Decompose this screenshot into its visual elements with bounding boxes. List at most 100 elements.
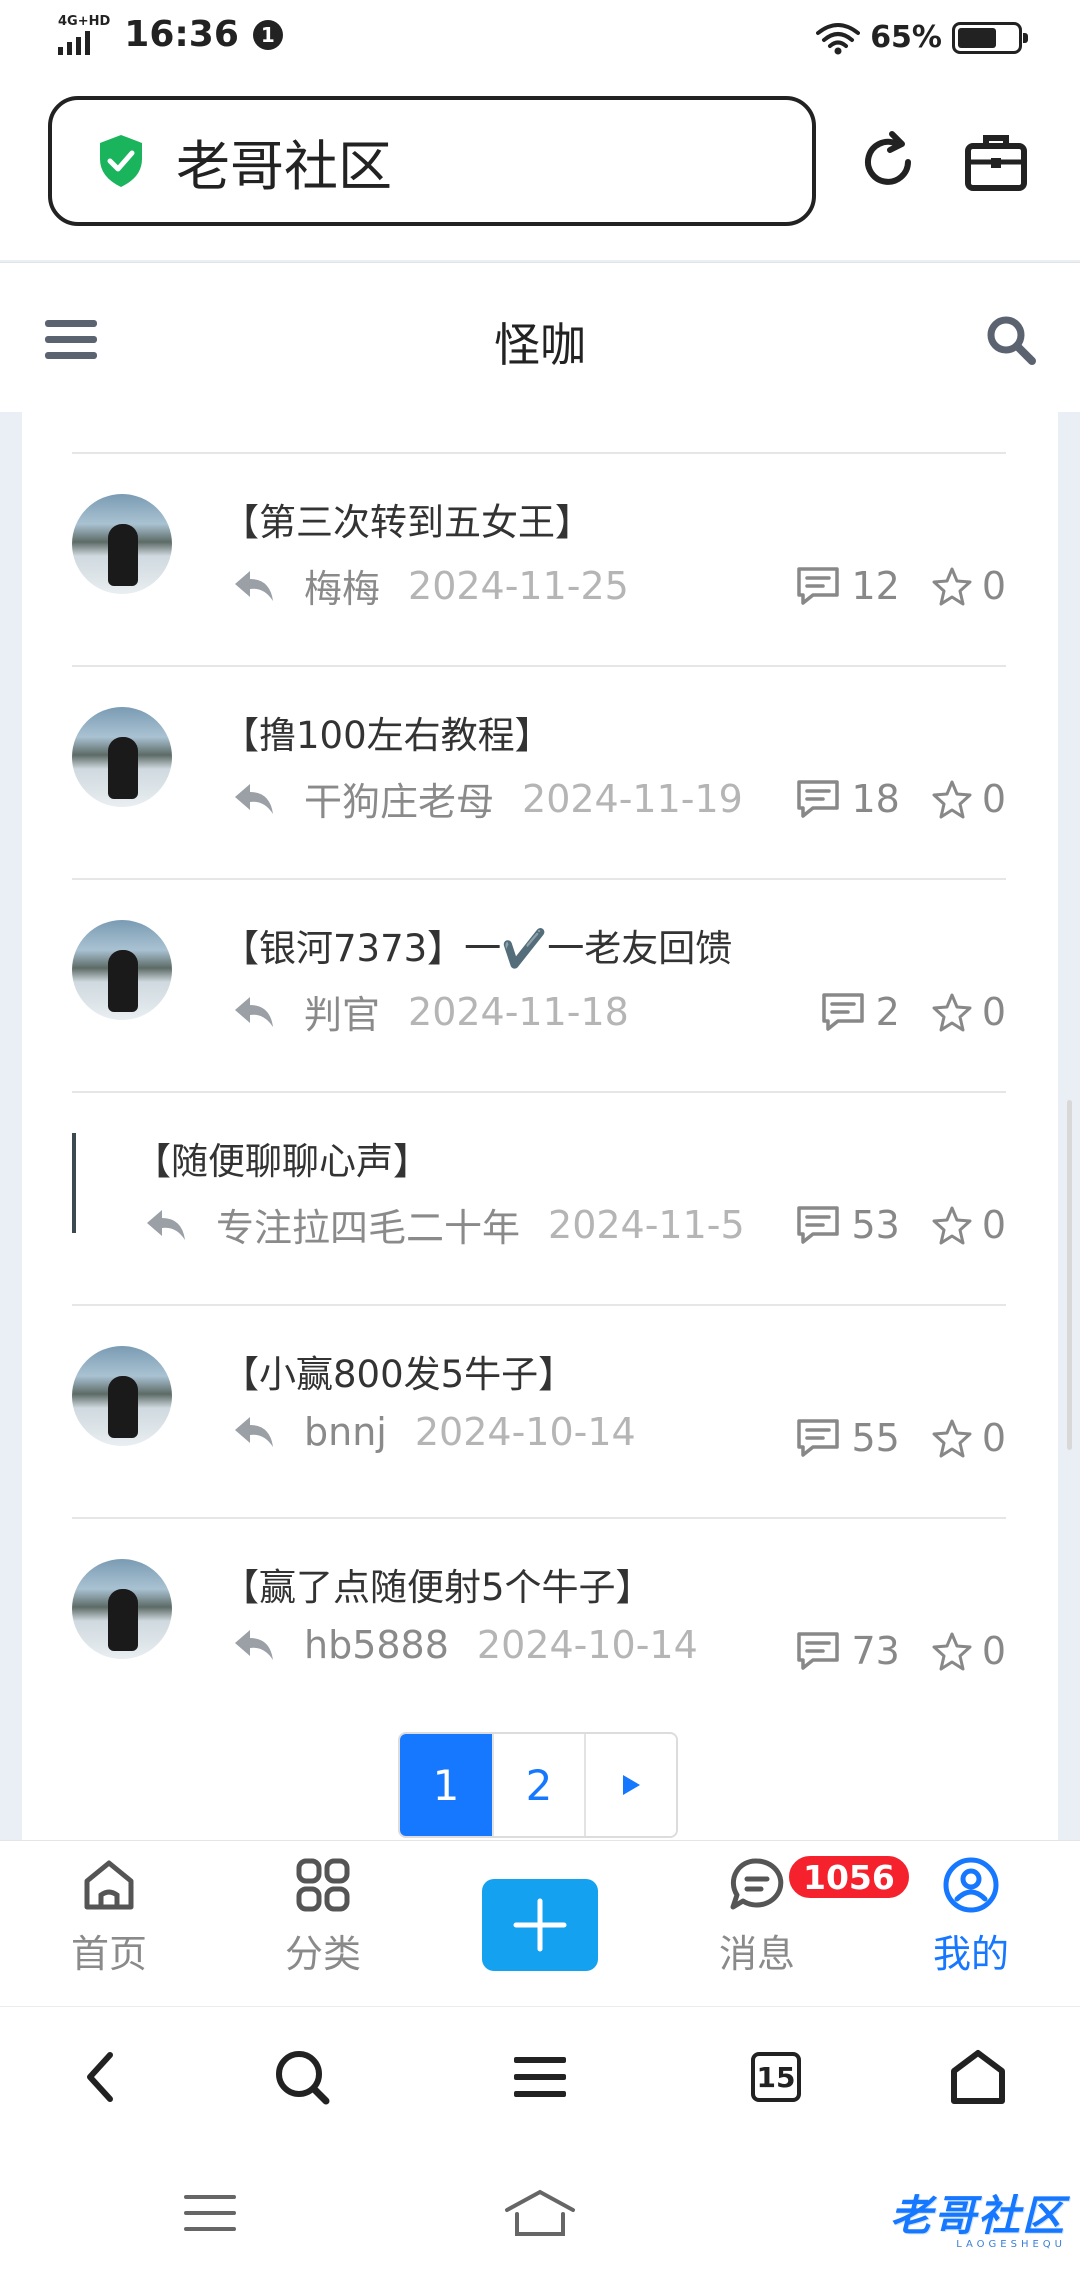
post-author[interactable]: 梅梅	[304, 558, 380, 613]
comment-count: 55	[795, 1416, 900, 1460]
page-1-button[interactable]: 1	[400, 1734, 492, 1836]
plus-icon	[513, 1898, 567, 1952]
tab-home[interactable]: 首页	[34, 1855, 184, 1978]
reply-icon	[235, 783, 273, 814]
star-icon	[932, 567, 972, 606]
tab-mine[interactable]: 我的	[896, 1855, 1046, 1978]
browser-search-button[interactable]	[262, 2037, 342, 2117]
comment-icon	[797, 567, 840, 605]
toolbox-icon	[965, 135, 1027, 191]
home-icon	[951, 2050, 1005, 2104]
star-icon	[932, 1206, 972, 1245]
post-title[interactable]: 【随便聊聊心声】	[134, 1131, 430, 1185]
back-button[interactable]	[60, 2037, 140, 2117]
reply-icon	[235, 1630, 273, 1660]
post-meta: 专注拉四毛二十年 2024-11-5	[144, 1197, 745, 1252]
comment-icon	[797, 1419, 840, 1457]
search-button[interactable]	[976, 305, 1046, 375]
post-stats: 2 0	[820, 990, 1006, 1034]
star-count[interactable]: 0	[932, 1629, 1006, 1673]
avatar[interactable]	[72, 1133, 76, 1233]
browser-home-button[interactable]	[938, 2037, 1018, 2117]
post-list-item[interactable]: 【小赢800发5牛子】 bnnj 2024-10-14 55 0	[72, 1304, 1006, 1517]
new-post-button[interactable]	[482, 1879, 598, 1971]
shield-check-icon	[100, 135, 142, 187]
star-count[interactable]: 0	[932, 564, 1006, 608]
post-author[interactable]: bnnj	[304, 1410, 387, 1454]
post-meta: 梅梅 2024-11-25	[232, 558, 629, 613]
browser-menu-button[interactable]	[500, 2037, 580, 2117]
recent-apps-button[interactable]	[170, 2178, 250, 2248]
post-list-item[interactable]: 【银河7373】一✔️一老友回馈 判官 2024-11-18 2 0	[72, 878, 1006, 1091]
battery-fill	[958, 27, 996, 48]
tab-home-label: 首页	[70, 1932, 147, 1976]
signal-indicator: 4G+HD	[58, 13, 111, 55]
avatar[interactable]	[72, 707, 172, 807]
chevron-left-icon	[87, 2052, 113, 2102]
bottom-tab-bar: 首页 分类 消息 1056 我的	[0, 1840, 1080, 2006]
tab-mine-label: 我的	[932, 1932, 1009, 1976]
star-icon	[932, 780, 972, 819]
post-date: 2024-10-14	[414, 1410, 636, 1454]
system-nav-bar: 老哥社区 LAOGESHEQU	[0, 2148, 1080, 2280]
scrollbar[interactable]	[1067, 1100, 1072, 1450]
tab-messages-label: 消息	[718, 1932, 795, 1976]
tabs-count: 15	[751, 2052, 801, 2102]
status-right: 65%	[816, 20, 1028, 55]
star-count-value: 0	[981, 777, 1006, 821]
avatar[interactable]	[72, 1559, 172, 1659]
post-list-item[interactable]: 【随便聊聊心声】 专注拉四毛二十年 2024-11-5 53 0	[72, 1091, 1006, 1304]
notification-count: 1	[252, 19, 283, 50]
post-title[interactable]: 【小赢800发5牛子】	[222, 1344, 575, 1398]
refresh-button[interactable]	[848, 122, 928, 202]
watermark-text: 老哥社区	[889, 2191, 1066, 2240]
system-home-button[interactable]	[500, 2178, 580, 2248]
post-title[interactable]: 【第三次转到五女王】	[222, 492, 592, 546]
star-count[interactable]: 0	[932, 990, 1006, 1034]
next-page-button[interactable]	[584, 1734, 676, 1836]
post-author[interactable]: hb5888	[304, 1623, 449, 1667]
pagination: 1 2	[398, 1732, 678, 1838]
network-type: 4G+HD	[58, 13, 111, 29]
post-title[interactable]: 【银河7373】一✔️一老友回馈	[222, 918, 732, 972]
post-author[interactable]: 专注拉四毛二十年	[216, 1197, 520, 1252]
post-title[interactable]: 【赢了点随便射5个牛子】	[222, 1557, 653, 1611]
post-stats: 73 0	[795, 1629, 1006, 1673]
tab-category[interactable]: 分类	[248, 1855, 398, 1978]
post-meta: hb5888 2024-10-14	[232, 1623, 698, 1667]
page-2-button[interactable]: 2	[492, 1734, 584, 1836]
star-count[interactable]: 0	[932, 1203, 1006, 1247]
avatar[interactable]	[72, 1346, 172, 1446]
comment-icon	[797, 780, 840, 818]
post-list-item[interactable]: 【撸100左右教程】 干狗庄老母 2024-11-19 18 0	[72, 665, 1006, 878]
post-stats: 53 0	[795, 1203, 1006, 1247]
post-meta: 干狗庄老母 2024-11-19	[232, 771, 743, 826]
menu-icon	[514, 2057, 566, 2097]
star-icon	[932, 1632, 972, 1671]
post-list-item[interactable]: 【赢了点随便射5个牛子】 hb5888 2024-10-14 73 0	[72, 1517, 1006, 1730]
post-meta: 判官 2024-11-18	[232, 984, 629, 1039]
url-bar[interactable]: 老哥社区	[48, 96, 816, 226]
avatar[interactable]	[72, 494, 172, 594]
toolbox-button[interactable]	[956, 122, 1036, 202]
post-date: 2024-11-19	[522, 776, 743, 821]
comment-count: 18	[795, 777, 900, 821]
chat-bubble-icon	[730, 1858, 784, 1910]
star-count[interactable]: 0	[932, 777, 1006, 821]
home-icon	[505, 2189, 575, 2236]
search-icon	[276, 2051, 330, 2105]
reply-icon	[235, 570, 273, 601]
star-count[interactable]: 0	[932, 1416, 1006, 1460]
star-count-value: 0	[981, 990, 1006, 1034]
star-count-value: 0	[981, 564, 1006, 608]
post-author[interactable]: 干狗庄老母	[304, 771, 494, 826]
post-title[interactable]: 【撸100左右教程】	[222, 705, 552, 759]
post-list-item[interactable]: 【第三次转到五女王】 梅梅 2024-11-25 12 0	[72, 452, 1006, 665]
comment-count: 53	[795, 1203, 900, 1247]
post-stats: 12 0	[795, 564, 1006, 608]
reply-icon	[147, 1209, 185, 1240]
browser-bar: 老哥社区	[0, 84, 1080, 260]
avatar[interactable]	[72, 920, 172, 1020]
tabs-button[interactable]: 15	[736, 2037, 816, 2117]
post-author[interactable]: 判官	[304, 984, 380, 1039]
